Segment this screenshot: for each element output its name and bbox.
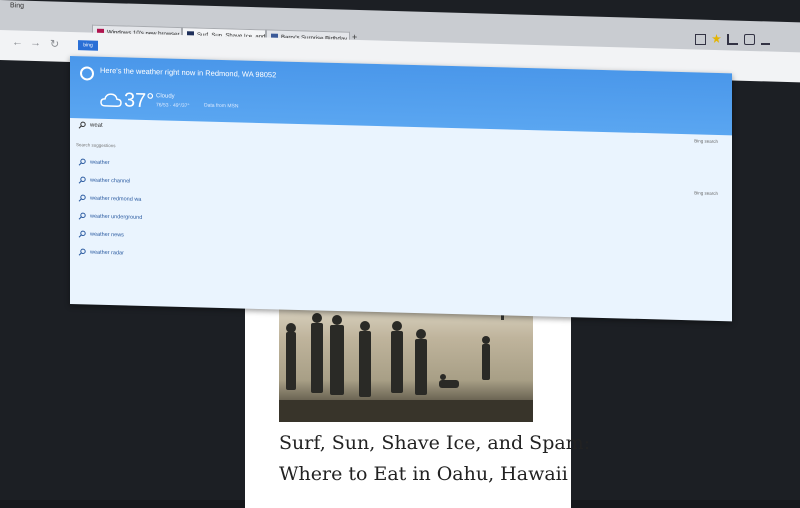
back-arrow-icon[interactable]: ← <box>12 36 23 48</box>
cortana-icon <box>80 66 94 81</box>
refresh-icon[interactable]: ↻ <box>50 37 59 50</box>
web-note-icon[interactable] <box>744 34 755 45</box>
share-icon[interactable] <box>761 34 770 45</box>
article-title-line-1: Surf, Sun, Shave Ice, and Spam: <box>279 432 591 454</box>
search-icon <box>78 176 86 184</box>
hub-icon[interactable] <box>727 34 738 45</box>
search-engine-pill[interactable]: bing <box>78 40 98 51</box>
suggestion-label: weather news <box>90 231 124 239</box>
suggestion-label: weather redmond wa <box>90 195 142 203</box>
weather-source: Data from MSN <box>204 102 239 110</box>
search-icon <box>78 158 86 166</box>
weather-details: 76/53 · 49°/37° <box>156 102 190 110</box>
suggestion-label: weather <box>90 159 110 167</box>
forward-arrow-icon[interactable]: → <box>30 37 41 49</box>
article-title[interactable]: Surf, Sun, Shave Ice, and Spam: Where to… <box>279 428 591 490</box>
search-icon <box>78 230 86 238</box>
toolbar-icons <box>695 34 770 45</box>
app-label: Bing <box>10 2 25 10</box>
search-suggestions-dropdown: Here's the weather right now in Redmond,… <box>70 56 732 322</box>
suggestions-header: Search suggestions <box>76 142 116 149</box>
suggestion-label: weather radar <box>90 249 124 257</box>
reading-view-icon[interactable] <box>695 34 706 45</box>
article-title-line-2: Where to Eat in Oahu, Hawaii <box>279 463 568 485</box>
weather-temperature: 37° <box>124 89 155 113</box>
suggestion-list: weather weather channel weather redmond … <box>70 154 732 279</box>
search-icon <box>78 194 86 202</box>
monitor-screen: Surf, Sun, Shave Ice, and Spam: Where to… <box>0 0 800 508</box>
weather-condition: Cloudy <box>156 93 175 100</box>
search-icon <box>78 212 86 220</box>
search-icon <box>78 248 86 256</box>
weather-headline: Here's the weather right now in Redmond,… <box>100 65 277 80</box>
bing-search-link[interactable]: Bing search <box>694 138 718 144</box>
query-text: weat <box>90 122 103 129</box>
suggestion-label: weather underground <box>90 213 143 221</box>
search-icon <box>78 121 86 129</box>
favorite-star-icon[interactable] <box>712 34 721 43</box>
cloud-icon <box>100 93 122 107</box>
suggestion-label: weather channel <box>90 177 131 185</box>
